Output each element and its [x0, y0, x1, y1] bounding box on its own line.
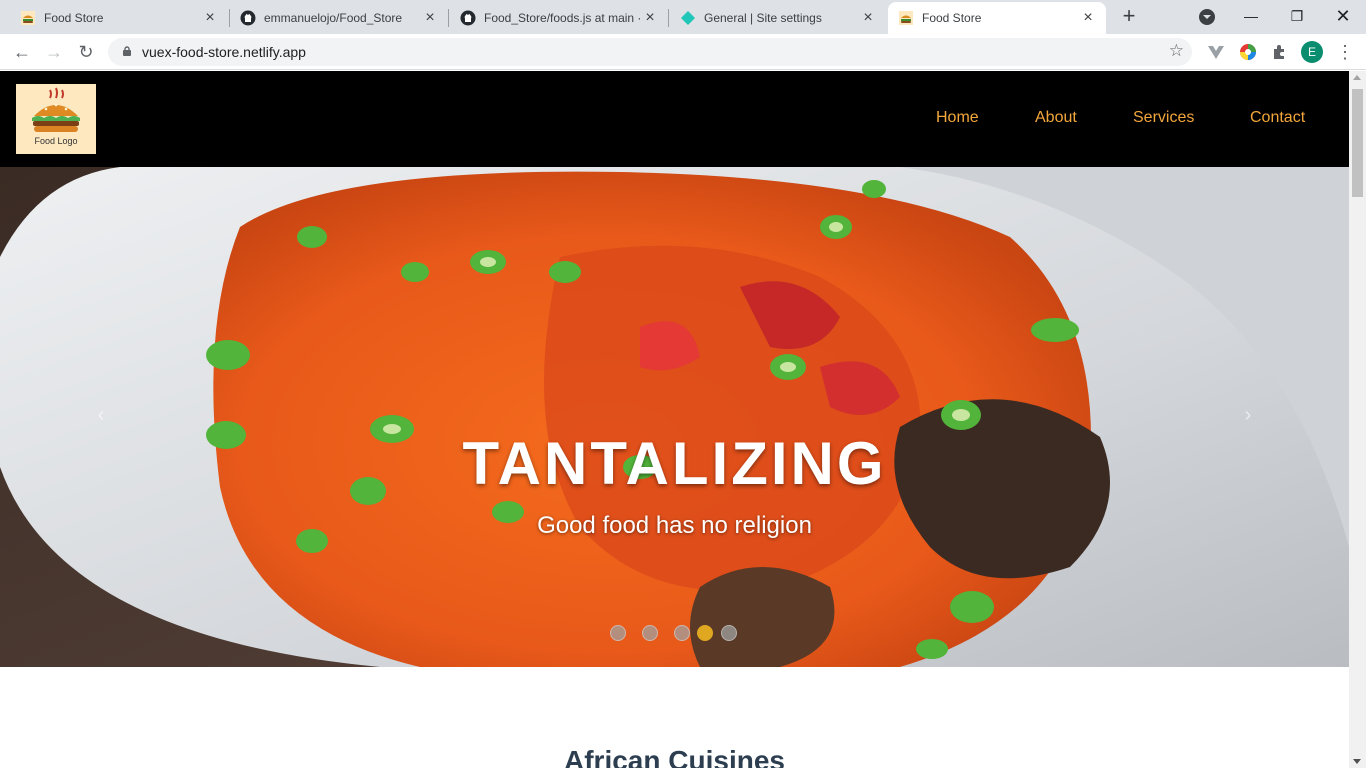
scroll-up-arrow-icon[interactable] — [1353, 75, 1361, 80]
tab-title: Food_Store/foods.js at main · — [484, 11, 642, 25]
tab-title: Food Store — [44, 11, 104, 25]
tab-github-repo[interactable]: emmanuelojo/Food_Store × — [230, 2, 448, 34]
nav-contact-link[interactable]: Contact — [1250, 109, 1305, 127]
forward-arrow-icon[interactable]: → — [42, 40, 66, 64]
close-tab-icon[interactable]: × — [422, 10, 438, 26]
extensions-puzzle-icon[interactable] — [1270, 42, 1290, 62]
carousel-indicator[interactable] — [721, 625, 737, 641]
tab-search-icon[interactable] — [1199, 9, 1215, 25]
section-heading: African Cuisines — [564, 745, 785, 768]
tab-divider — [668, 9, 669, 27]
nav-about-link[interactable]: About — [1035, 109, 1077, 127]
address-bar[interactable]: vuex-food-store.netlify.app ☆ — [108, 38, 1192, 66]
tab-food-store[interactable]: Food Store × — [0, 2, 228, 34]
bookmark-star-icon[interactable]: ☆ — [1169, 41, 1184, 61]
tab-title: Food Store — [922, 11, 982, 25]
tab-strip: Food Store × emmanuelojo/Food_Store × Fo… — [0, 0, 1366, 34]
hero-carousel: ‹ › TANTALIZING Good food has no religio… — [0, 167, 1349, 667]
close-tab-icon[interactable]: × — [1080, 10, 1096, 26]
site-navbar: Food Logo Home About Services Contact — [0, 71, 1349, 167]
burger-icon — [898, 10, 914, 26]
hero-title: TANTALIZING — [462, 430, 887, 497]
carousel-prev-arrow-icon[interactable]: ‹ — [90, 404, 112, 426]
close-window-icon[interactable]: ✕ — [1331, 4, 1355, 28]
carousel-indicators — [610, 625, 750, 641]
carousel-indicator-active[interactable] — [697, 625, 713, 641]
github-icon — [460, 10, 476, 26]
browser-menu-icon[interactable]: ⋮ — [1336, 40, 1354, 64]
close-tab-icon[interactable]: × — [860, 10, 876, 26]
tab-site-settings[interactable]: General | Site settings × — [670, 2, 886, 34]
nav-services-link[interactable]: Services — [1133, 109, 1194, 127]
restore-icon[interactable]: ❐ — [1285, 4, 1309, 28]
tab-divider — [448, 9, 449, 27]
close-tab-icon[interactable]: × — [202, 10, 218, 26]
close-tab-icon[interactable]: × — [642, 10, 658, 26]
page-viewport: Food Logo Home About Services Contact ‹ … — [0, 71, 1349, 768]
reload-icon[interactable]: ↻ — [74, 40, 98, 64]
vue-devtools-icon[interactable] — [1206, 42, 1226, 62]
url-text: vuex-food-store.netlify.app — [142, 44, 306, 60]
hero-food-photo — [0, 167, 1349, 667]
color-picker-icon[interactable] — [1238, 42, 1258, 62]
carousel-next-arrow-icon[interactable]: › — [1237, 404, 1259, 426]
scroll-down-arrow-icon[interactable] — [1353, 759, 1361, 764]
page-scrollbar[interactable] — [1349, 71, 1366, 768]
browser-toolbar: ← → ↻ vuex-food-store.netlify.app ☆ E ⋮ — [0, 34, 1366, 70]
tab-title: emmanuelojo/Food_Store — [264, 11, 403, 25]
nav-home-link[interactable]: Home — [936, 109, 979, 127]
tab-title: General | Site settings — [704, 11, 822, 25]
tab-foods-js[interactable]: Food_Store/foods.js at main · × — [450, 2, 668, 34]
tab-food-store-active[interactable]: Food Store × — [888, 2, 1106, 34]
carousel-indicator[interactable] — [610, 625, 626, 641]
logo-caption: Food Logo — [34, 136, 78, 146]
minimize-icon[interactable]: — — [1239, 4, 1263, 28]
burger-icon — [20, 10, 36, 26]
hero-subtitle: Good food has no religion — [537, 512, 812, 539]
carousel-indicator[interactable] — [674, 625, 690, 641]
lock-icon — [123, 46, 131, 56]
back-arrow-icon[interactable]: ← — [10, 40, 34, 64]
profile-avatar[interactable]: E — [1301, 41, 1323, 63]
new-tab-button[interactable]: + — [1118, 5, 1140, 28]
netlify-icon — [680, 10, 696, 26]
carousel-indicator[interactable] — [642, 625, 658, 641]
site-logo[interactable]: Food Logo — [16, 84, 96, 154]
github-icon — [240, 10, 256, 26]
scrollbar-thumb[interactable] — [1352, 89, 1363, 197]
